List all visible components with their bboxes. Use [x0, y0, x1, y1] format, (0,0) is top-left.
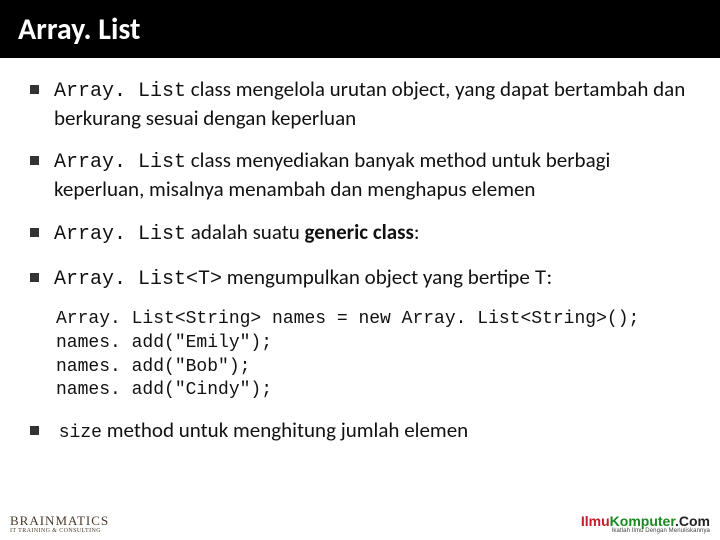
footer: BRAINMATICS IT TRAINING & CONSULTING Ilm… [10, 514, 710, 534]
brand-right-part: .Com [675, 513, 710, 529]
bullet-text: method untuk menghitung jumlah elemen [102, 417, 468, 443]
bullet-item: Array. List class menyediakan banyak met… [30, 147, 690, 202]
bullet-text: : [547, 264, 553, 290]
inline-code: Array. List [54, 223, 186, 246]
bold-text: generic class [305, 219, 414, 245]
brand-left-tagline: IT TRAINING & CONSULTING [10, 528, 109, 534]
bullet-text: : [414, 219, 420, 245]
bullet-item: Array. List adalah suatu generic class: [30, 219, 690, 248]
bullet-item: Array. List<T> mengumpulkan object yang … [30, 264, 690, 293]
footer-brand-right: IlmuKomputer.Com Ikatlah Ilmu Dengan Men… [581, 514, 710, 534]
inline-code: Array. List [54, 151, 186, 174]
inline-code: Array. List<T> [54, 268, 222, 291]
bullet-text: adalah suatu [186, 219, 304, 245]
inline-code: T [535, 268, 547, 291]
brand-left-name: BRAINMATICS [10, 513, 109, 528]
bullet-item: size method untuk menghitung jumlah elem… [30, 417, 690, 445]
inline-code: size [59, 423, 102, 443]
footer-brand-left: BRAINMATICS IT TRAINING & CONSULTING [10, 514, 109, 534]
bullet-item: Array. List class mengelola urutan objec… [30, 76, 690, 131]
title-bar: Array. List [0, 0, 720, 58]
bullet-list: size method untuk menghitung jumlah elem… [30, 417, 690, 445]
brand-right-part: Ilmu [581, 513, 610, 529]
slide-title: Array. List [18, 11, 140, 48]
slide-content: Array. List class mengelola urutan objec… [0, 58, 720, 445]
inline-code: Array. List [54, 80, 186, 103]
bullet-text: mengumpulkan object yang bertipe [222, 264, 535, 290]
bullet-list: Array. List class mengelola urutan objec… [30, 76, 690, 292]
code-block: Array. List<String> names = new Array. L… [56, 308, 690, 403]
brand-right-part: Komputer [610, 513, 675, 529]
